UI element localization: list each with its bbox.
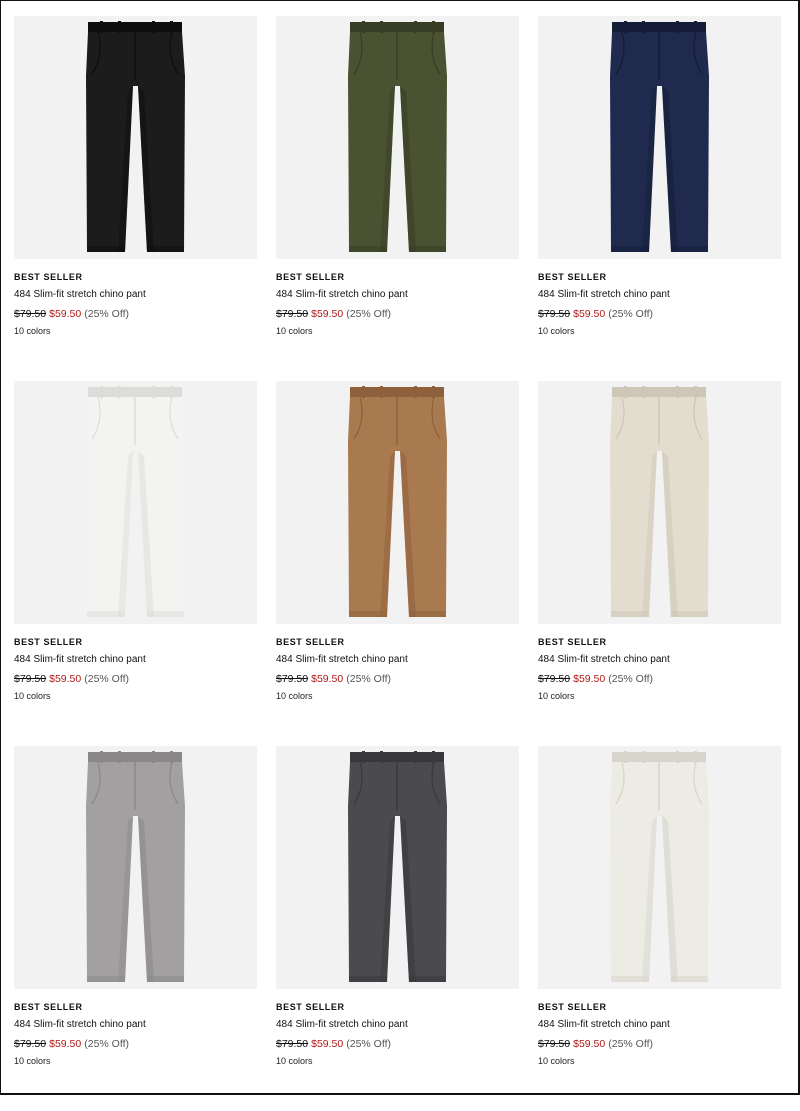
original-price: $79.50 [14,1038,47,1050]
sale-price: $59.50 [573,1038,606,1050]
product-card[interactable]: BEST SELLER 484 Slim-fit stretch chino p… [276,381,519,746]
discount-label: (25% Off) [608,673,653,685]
original-price: $79.50 [276,673,309,685]
discount-label: (25% Off) [84,1038,129,1050]
sale-price: $59.50 [573,673,606,685]
best-seller-badge: BEST SELLER [276,272,345,282]
pants-icon [348,751,447,982]
color-count[interactable]: 10 colors [538,691,781,702]
product-card[interactable]: BEST SELLER 484 Slim-fit stretch chino p… [538,746,781,1111]
product-title[interactable]: 484 Slim-fit stretch chino pant [538,1019,781,1031]
color-count[interactable]: 10 colors [276,1056,519,1067]
sale-price: $59.50 [49,308,82,320]
sale-price: $59.50 [311,308,344,320]
product-title[interactable]: 484 Slim-fit stretch chino pant [14,654,257,666]
color-count[interactable]: 10 colors [538,326,781,337]
product-title[interactable]: 484 Slim-fit stretch chino pant [14,289,257,301]
sale-price: $59.50 [49,673,82,685]
original-price: $79.50 [538,673,571,685]
original-price: $79.50 [538,1038,571,1050]
best-seller-badge: BEST SELLER [538,1002,607,1012]
color-count[interactable]: 10 colors [276,691,519,702]
product-image[interactable] [538,746,781,989]
best-seller-badge: BEST SELLER [276,637,345,647]
discount-label: (25% Off) [84,308,129,320]
product-title[interactable]: 484 Slim-fit stretch chino pant [276,289,519,301]
sale-price: $59.50 [311,673,344,685]
discount-label: (25% Off) [346,308,391,320]
color-count[interactable]: 10 colors [14,691,257,702]
product-card[interactable]: BEST SELLER 484 Slim-fit stretch chino p… [14,381,257,746]
best-seller-badge: BEST SELLER [14,272,83,282]
original-price: $79.50 [276,1038,309,1050]
best-seller-badge: BEST SELLER [14,637,83,647]
pants-icon [610,751,709,982]
best-seller-badge: BEST SELLER [14,1002,83,1012]
product-image[interactable] [14,381,257,624]
product-card[interactable]: BEST SELLER 484 Slim-fit stretch chino p… [14,746,257,1111]
product-image[interactable] [276,746,519,989]
sale-price: $59.50 [311,1038,344,1050]
product-card[interactable]: BEST SELLER 484 Slim-fit stretch chino p… [14,16,257,381]
product-grid: BEST SELLER 484 Slim-fit stretch chino p… [14,16,781,1111]
product-title[interactable]: 484 Slim-fit stretch chino pant [276,1019,519,1031]
original-price: $79.50 [276,308,309,320]
price-row: $79.50 $59.50 (25% Off) [14,1038,257,1050]
best-seller-badge: BEST SELLER [538,272,607,282]
price-row: $79.50 $59.50 (25% Off) [276,1038,519,1050]
price-row: $79.50 $59.50 (25% Off) [276,673,519,685]
price-row: $79.50 $59.50 (25% Off) [14,308,257,320]
color-count[interactable]: 10 colors [538,1056,781,1067]
pants-icon [610,21,709,252]
product-card[interactable]: BEST SELLER 484 Slim-fit stretch chino p… [538,16,781,381]
product-card[interactable]: BEST SELLER 484 Slim-fit stretch chino p… [276,746,519,1111]
best-seller-badge: BEST SELLER [538,637,607,647]
product-image[interactable] [276,16,519,259]
price-row: $79.50 $59.50 (25% Off) [538,1038,781,1050]
sale-price: $59.50 [49,1038,82,1050]
original-price: $79.50 [538,308,571,320]
pants-icon [86,21,185,252]
product-image[interactable] [14,746,257,989]
discount-label: (25% Off) [346,673,391,685]
price-row: $79.50 $59.50 (25% Off) [14,673,257,685]
best-seller-badge: BEST SELLER [276,1002,345,1012]
product-image[interactable] [538,381,781,624]
product-title[interactable]: 484 Slim-fit stretch chino pant [14,1019,257,1031]
price-row: $79.50 $59.50 (25% Off) [538,673,781,685]
original-price: $79.50 [14,673,47,685]
product-title[interactable]: 484 Slim-fit stretch chino pant [538,654,781,666]
price-row: $79.50 $59.50 (25% Off) [276,308,519,320]
product-title[interactable]: 484 Slim-fit stretch chino pant [538,289,781,301]
discount-label: (25% Off) [608,1038,653,1050]
pants-icon [348,386,447,617]
color-count[interactable]: 10 colors [14,1056,257,1067]
pants-icon [610,386,709,617]
sale-price: $59.50 [573,308,606,320]
pants-icon [86,751,185,982]
product-card[interactable]: BEST SELLER 484 Slim-fit stretch chino p… [538,381,781,746]
product-card[interactable]: BEST SELLER 484 Slim-fit stretch chino p… [276,16,519,381]
discount-label: (25% Off) [608,308,653,320]
product-image[interactable] [538,16,781,259]
original-price: $79.50 [14,308,47,320]
color-count[interactable]: 10 colors [276,326,519,337]
discount-label: (25% Off) [84,673,129,685]
product-image[interactable] [14,16,257,259]
pants-icon [348,21,447,252]
price-row: $79.50 $59.50 (25% Off) [538,308,781,320]
product-title[interactable]: 484 Slim-fit stretch chino pant [276,654,519,666]
pants-icon [86,386,185,617]
product-image[interactable] [276,381,519,624]
discount-label: (25% Off) [346,1038,391,1050]
color-count[interactable]: 10 colors [14,326,257,337]
